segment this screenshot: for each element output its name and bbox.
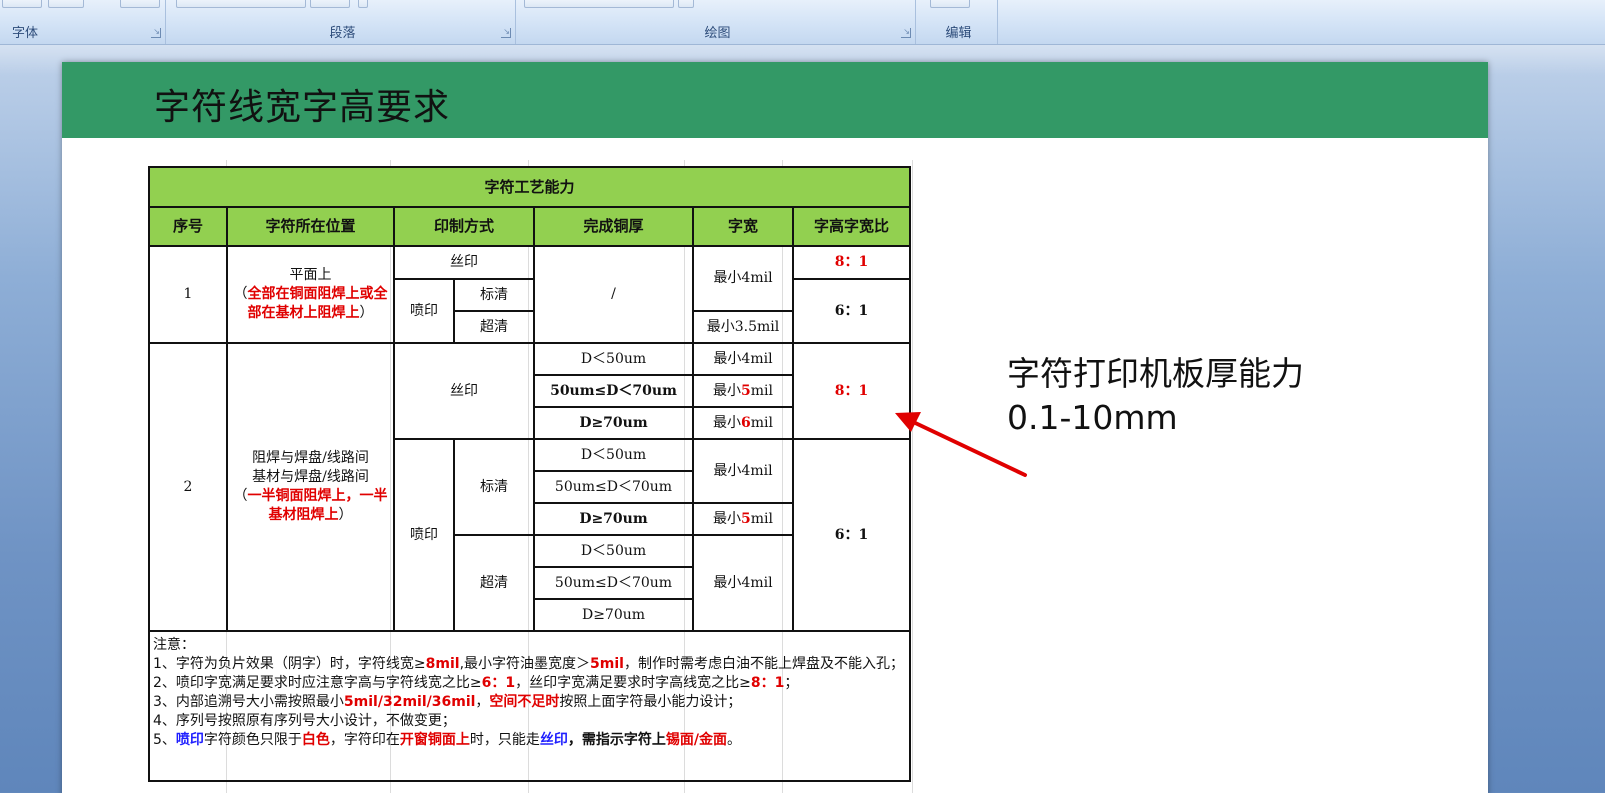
ribbon: 字体 ↘ 段落 ↘ 绘图 ↘ 编辑	[0, 0, 1605, 45]
position-plain: 平面上	[289, 267, 332, 283]
dialog-launcher-icon[interactable]: ↘	[501, 28, 511, 38]
width-cell: 最小5mil	[692, 502, 794, 536]
position-cell: 平面上 （全部在铜面阻焊上或全部在基材上阻焊上）	[226, 245, 395, 344]
method-cell: 喷印	[393, 278, 455, 344]
ratio-cell: 6：1	[792, 278, 911, 344]
submethod-cell: 超清	[453, 310, 535, 344]
dialog-launcher-icon[interactable]: ↘	[901, 28, 911, 38]
copper-cell: 50um≤D＜70um	[533, 374, 694, 408]
header-cell: 印制方式	[393, 206, 535, 247]
width-value: 6	[741, 414, 751, 431]
submethod-cell: 标清	[453, 278, 535, 312]
ribbon-group-label: 绘图	[704, 25, 731, 40]
width-cell: 最小5mil	[692, 374, 794, 408]
copper-cell: D＜50um	[533, 342, 694, 376]
width-value: 5	[741, 382, 751, 399]
width-unit: mil	[750, 414, 773, 431]
width-cell: 最小3.5mil	[692, 310, 794, 344]
ribbon-group-label: 字体	[12, 25, 39, 40]
ribbon-group-drawing: 绘图 ↘	[520, 0, 916, 44]
width-prefix: 最小	[713, 414, 741, 431]
copper-cell: D≥70um	[533, 406, 694, 440]
table-row: 2 阻焊与焊盘/线路间 基材与焊盘/线路间 （一半铜面阻焊上，一半基材阻焊上） …	[148, 342, 911, 632]
ribbon-group-label: 段落	[329, 25, 356, 40]
header-cell: 字高字宽比	[792, 206, 911, 247]
header-cell: 序号	[148, 206, 228, 247]
position-red: 一半铜面阻焊上，一半基材阻焊上	[247, 488, 388, 523]
notes-heading: 注意：	[153, 637, 195, 653]
position-close: ）	[359, 305, 374, 321]
width-cell: 最小4mil	[692, 342, 794, 376]
smartart-checkbox[interactable]	[358, 0, 368, 8]
annotation-textbox[interactable]: 字符打印机板厚能力 0.1-10mm	[1007, 352, 1304, 440]
copper-cell: /	[533, 245, 694, 344]
select-control[interactable]	[930, 0, 970, 8]
method-cell: 喷印	[393, 438, 455, 632]
header-cell: 字符所在位置	[226, 206, 395, 247]
table-caption: 字符工艺能力	[148, 166, 911, 208]
slide-title[interactable]: 字符线宽字高要求	[154, 78, 450, 130]
paragraph-align-control[interactable]	[176, 0, 306, 8]
note-line: 2、喷印字宽满足要求时应注意字高与字符线宽之比≥6：1，丝印字宽满足要求时字高线…	[153, 675, 799, 691]
width-value: 5	[741, 510, 751, 527]
ribbon-group-label: 编辑	[945, 25, 972, 40]
copper-cell: D≥70um	[533, 502, 694, 536]
submethod-cell: 超清	[453, 534, 535, 632]
dialog-launcher-icon[interactable]: ↘	[151, 28, 161, 38]
notes-cell: 注意： 1、字符为负片效果（阴字）时，字符线宽≥8mil,最小字符油墨宽度＞5m…	[148, 630, 911, 782]
copper-cell: D＜50um	[533, 438, 694, 472]
shapes-gallery-more[interactable]	[678, 0, 694, 8]
header-cell: 字宽	[692, 206, 794, 247]
row-number: 1	[148, 245, 228, 344]
position-line: 阻焊与焊盘/线路间	[252, 450, 369, 466]
table-row: 1 平面上 （全部在铜面阻焊上或全部在基材上阻焊上） 丝印 / 最小4mil 8…	[148, 245, 911, 344]
position-line: 基材与焊盘/线路间	[252, 469, 369, 485]
method-cell: 丝印	[393, 342, 535, 440]
width-cell: 最小4mil	[692, 245, 794, 312]
ratio-cell: 8：1	[792, 342, 911, 440]
position-close: ）	[338, 507, 353, 523]
submethod-cell: 标清	[453, 438, 535, 536]
row-number: 2	[148, 342, 228, 632]
position-cell: 阻焊与焊盘/线路间 基材与焊盘/线路间 （一半铜面阻焊上，一半基材阻焊上）	[226, 342, 395, 632]
position-open: （	[233, 488, 248, 504]
ratio-cell: 6：1	[792, 438, 911, 632]
copper-cell: D≥70um	[533, 598, 694, 632]
width-cell: 最小4mil	[692, 534, 794, 632]
ratio-cell: 8：1	[792, 245, 911, 280]
title-bar: 字符线宽字高要求	[62, 62, 1488, 138]
copper-cell: D＜50um	[533, 534, 694, 568]
note-line: 5、喷印字符颜色只限于白色，字符印在开窗铜面上时，只能走丝印，需指示字符上锡面/…	[153, 732, 742, 748]
note-line: 3、内部追溯号大小需按照最小5mil/32mil/36mil，空间不足时按照上面…	[153, 694, 742, 710]
width-cell: 最小6mil	[692, 406, 794, 440]
width-prefix: 最小	[713, 510, 741, 527]
width-prefix: 最小	[713, 382, 741, 399]
paragraph-spacing-control[interactable]	[310, 0, 350, 8]
width-unit: mil	[750, 510, 773, 527]
ribbon-group-paragraph: 段落 ↘	[170, 0, 516, 44]
font-color-control[interactable]	[120, 0, 160, 8]
red-arrow-icon[interactable]	[895, 410, 1030, 480]
width-unit: mil	[750, 382, 773, 399]
capability-table: 字符工艺能力 序号 字符所在位置 印制方式 完成铜厚 字宽 字高字宽比 1 平面…	[148, 166, 911, 782]
copper-cell: 50um≤D＜70um	[533, 566, 694, 600]
ribbon-group-editing: 编辑	[920, 0, 998, 44]
annotation-line: 字符打印机板厚能力	[1007, 354, 1304, 393]
notes-row: 注意： 1、字符为负片效果（阴字）时，字符线宽≥8mil,最小字符油墨宽度＞5m…	[148, 630, 911, 782]
table-header-row: 序号 字符所在位置 印制方式 完成铜厚 字宽 字高字宽比	[148, 206, 911, 247]
note-line: 1、字符为负片效果（阴字）时，字符线宽≥8mil,最小字符油墨宽度＞5mil，制…	[153, 656, 904, 672]
font-effect-control[interactable]	[48, 0, 84, 8]
capability-table-object[interactable]: 字符工艺能力 序号 字符所在位置 印制方式 完成铜厚 字宽 字高字宽比 1 平面…	[148, 166, 911, 782]
shapes-gallery[interactable]	[524, 0, 674, 8]
ribbon-group-font: 字体 ↘	[0, 0, 166, 44]
width-cell: 最小4mil	[692, 438, 794, 504]
annotation-line: 0.1-10mm	[1007, 398, 1178, 437]
position-open: （	[233, 286, 248, 302]
copper-cell: 50um≤D＜70um	[533, 470, 694, 504]
header-cell: 完成铜厚	[533, 206, 694, 247]
note-line: 4、序列号按照原有序列号大小设计，不做变更；	[153, 713, 456, 729]
method-cell: 丝印	[393, 245, 535, 280]
font-style-control[interactable]	[2, 0, 42, 8]
